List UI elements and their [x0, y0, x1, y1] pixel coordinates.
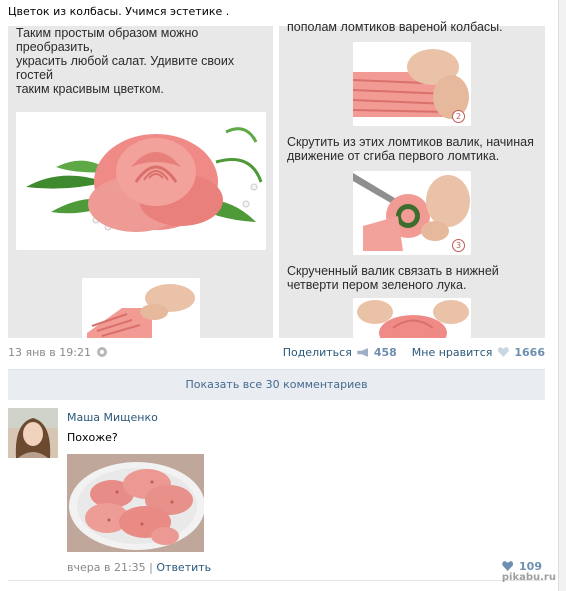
post-date[interactable]: 13 янв в 19:21 [8, 346, 108, 359]
heart-icon[interactable] [502, 561, 514, 571]
folded-slices-photo [82, 278, 200, 338]
right-caption-top: пополам ломтиков вареной колбасы. [287, 20, 503, 34]
like-count: 1666 [514, 346, 545, 359]
step2-photo: 2 [353, 42, 471, 126]
scrollbar-track[interactable] [558, 0, 566, 591]
post-actions: Поделиться 458 Мне нравится 1666 [283, 346, 545, 359]
step4-photo [353, 298, 471, 338]
post-image-left[interactable]: Таким простым образом можно преобразить,… [8, 26, 273, 338]
share-count: 458 [373, 346, 397, 359]
tied-roll-illustration [353, 298, 471, 338]
step3-photo: 3 [353, 171, 471, 255]
like-button[interactable]: Мне нравится [412, 346, 493, 359]
comment-text: Похоже? [67, 431, 118, 444]
left-caption: Таким простым образом можно преобразить,… [16, 26, 273, 96]
sausage-flower-photo [16, 112, 266, 250]
show-all-comments-button[interactable]: Показать все 30 комментариев [8, 369, 545, 400]
share-button[interactable]: Поделиться [283, 346, 352, 359]
step3-caption-line: четверти пером зеленого лука. [287, 278, 467, 292]
left-caption-line: Таким простым образом можно преобразить, [16, 26, 199, 54]
post-image-right[interactable]: пополам ломтиков вареной колбасы. 2 Скру… [279, 20, 545, 338]
step-number-badge: 3 [452, 239, 465, 252]
gear-icon[interactable] [97, 347, 108, 357]
comment-author[interactable]: Маша Мищенко [67, 411, 158, 424]
left-caption-line: украсить любой салат. Удивите своих гост… [16, 54, 235, 82]
flower-illustration [16, 112, 266, 250]
step2-caption: Скрутить из этих ломтиков валик, начиная… [287, 135, 534, 163]
step3-caption: Скрученный валик связать в нижней четвер… [287, 264, 499, 292]
step2-caption-line: движение от сгиба первого ломтика. [287, 149, 500, 163]
avatar-image [8, 408, 58, 458]
avatar[interactable] [8, 408, 58, 458]
heart-icon[interactable] [497, 347, 509, 357]
step2-caption-line: Скрутить из этих ломтиков валик, начиная [287, 135, 534, 149]
folded-slices-illustration [82, 278, 200, 338]
comment-photo[interactable] [67, 454, 204, 552]
megaphone-icon[interactable] [357, 348, 369, 357]
post-date-text[interactable]: 13 янв в 19:21 [8, 346, 91, 359]
step-number-badge: 2 [452, 110, 465, 123]
comment-divider [8, 580, 545, 581]
comment-meta-separator: | [149, 561, 153, 574]
comment-meta: вчера в 21:35 | Ответить [67, 561, 211, 574]
left-caption-line: таким красивым цветком. [16, 82, 164, 96]
reply-button[interactable]: Ответить [156, 561, 211, 574]
comment-time[interactable]: вчера в 21:35 [67, 561, 146, 574]
pikabu-watermark: pikabu.ru [501, 572, 556, 583]
step3-caption-line: Скрученный валик связать в нижней [287, 264, 499, 278]
sausage-plate-illustration [67, 454, 204, 552]
post-title: Цветок из колбасы. Учимся эстетике . [8, 5, 230, 18]
